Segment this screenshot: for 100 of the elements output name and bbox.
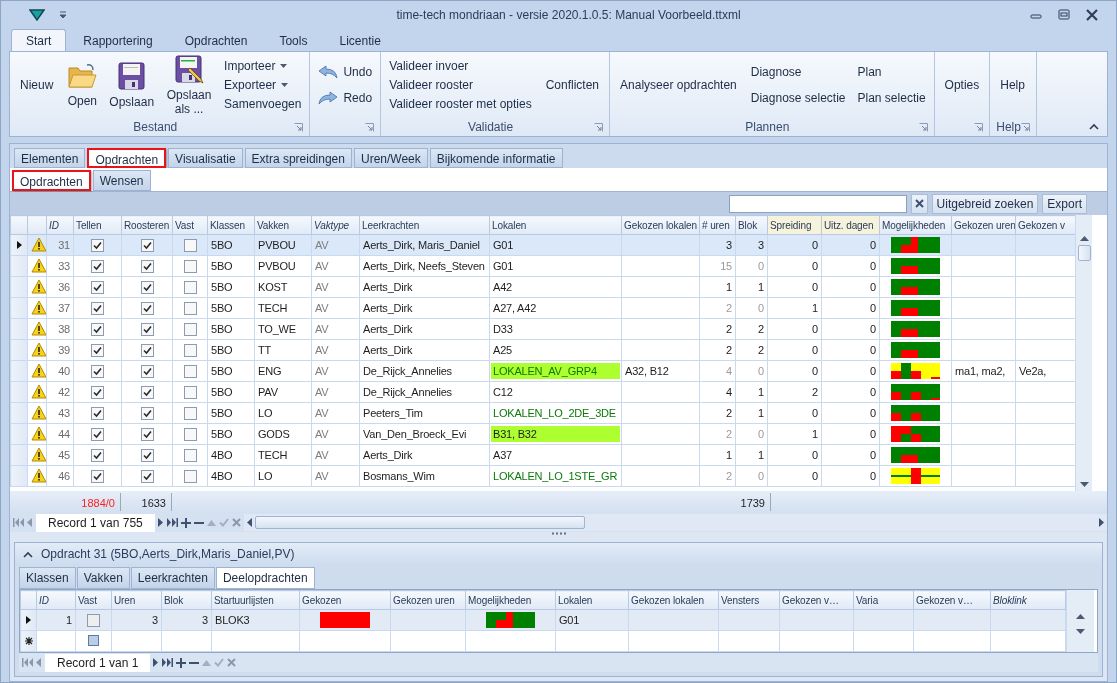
- ribbon-button[interactable]: Help: [996, 78, 1029, 92]
- checkbox[interactable]: [91, 301, 104, 315]
- column-header[interactable]: Uren: [111, 590, 162, 610]
- table-row[interactable]: 40 5BO ENG AV De_Rijck_Annelies LOKALEN_AV_GRP4 A32, B12 4 0 0 0 ma1, ma2, Ve2a,: [10, 360, 1075, 382]
- ribbon-button[interactable]: Opties: [940, 78, 984, 92]
- scroll-down-icon[interactable]: [1079, 482, 1089, 487]
- checkbox[interactable]: [183, 427, 197, 441]
- scroll-down-icon[interactable]: [1076, 629, 1085, 634]
- ribbon-tab[interactable]: Tools: [264, 29, 323, 51]
- column-header[interactable]: Lokalen: [489, 215, 622, 235]
- column-header[interactable]: Leerkrachten: [359, 215, 490, 235]
- column-header[interactable]: Blok: [161, 590, 212, 610]
- checkbox[interactable]: [91, 280, 104, 294]
- close-icon[interactable]: [1086, 9, 1098, 21]
- ribbon-tab[interactable]: Licentie: [324, 29, 396, 51]
- tab[interactable]: Uren/Week: [353, 148, 428, 168]
- save-button[interactable]: Opslaan: [107, 61, 157, 109]
- ribbon-button[interactable]: Diagnose selectie: [748, 90, 848, 105]
- quick-access-icon[interactable]: [59, 11, 67, 19]
- dialog-launcher-icon[interactable]: [365, 122, 375, 132]
- checkbox[interactable]: [140, 343, 154, 357]
- collapse-icon[interactable]: [23, 550, 33, 558]
- column-header[interactable]: Gekozen: [299, 590, 391, 610]
- checkbox[interactable]: [91, 238, 104, 252]
- checkbox[interactable]: [140, 301, 154, 315]
- checkbox[interactable]: [91, 427, 104, 441]
- checkbox[interactable]: [91, 385, 104, 399]
- table-row[interactable]: 33 5BO PVBOU AV Aerts_Dirk, Neefs_Steven G01 15 0 0 0: [10, 255, 1075, 277]
- app-logo-icon[interactable]: [29, 9, 45, 21]
- column-header[interactable]: Vast: [75, 590, 112, 610]
- checkbox[interactable]: [140, 259, 154, 273]
- column-header[interactable]: # uren: [699, 215, 736, 235]
- collapse-icon[interactable]: [1089, 123, 1099, 130]
- checkbox[interactable]: [140, 427, 154, 441]
- checkbox[interactable]: [183, 301, 197, 315]
- column-header[interactable]: Gekozen v: [1015, 215, 1075, 235]
- checkbox[interactable]: [140, 469, 154, 483]
- checkbox[interactable]: [91, 259, 104, 273]
- checkbox[interactable]: [91, 406, 104, 420]
- dialog-launcher-icon[interactable]: [974, 122, 984, 132]
- redo-button[interactable]: Redo: [316, 90, 375, 105]
- scroll-up-icon[interactable]: [1076, 614, 1085, 619]
- scroll-left-icon[interactable]: [246, 518, 252, 527]
- scrollbar-thumb[interactable]: [254, 516, 585, 529]
- checkbox[interactable]: [91, 448, 104, 462]
- column-header[interactable]: Gekozen lokalen: [621, 215, 700, 235]
- ribbon-button[interactable]: Samenvoegen: [222, 97, 304, 111]
- column-header[interactable]: Gekozen v…: [913, 590, 991, 610]
- ribbon-button[interactable]: Conflicten: [541, 78, 604, 92]
- table-row[interactable]: 38 5BO TO_WE AV Aerts_Dirk D33 2 2 0 0: [10, 318, 1075, 340]
- horizontal-scrollbar[interactable]: [243, 514, 1107, 531]
- table-row[interactable]: 39 5BO TT AV Aerts_Dirk A25 2 2 0 0: [10, 339, 1075, 361]
- table-row[interactable]: 44 5BO GODS AV Van_Den_Broeck_Evi B31, B32 2 0 1 0: [10, 423, 1075, 445]
- dialog-launcher-icon[interactable]: [918, 122, 928, 132]
- tab[interactable]: Visualisatie: [168, 148, 243, 168]
- checkbox[interactable]: [91, 364, 104, 378]
- last-record-icon[interactable]: [166, 518, 178, 527]
- ribbon-tab[interactable]: Start: [11, 29, 67, 51]
- table-row[interactable]: 45 4BO TECH AV Aerts_Dirk A37 1 1 0 0: [10, 444, 1075, 466]
- column-header[interactable]: Gekozen lokalen: [628, 590, 719, 610]
- checkbox[interactable]: [140, 238, 154, 252]
- checkbox[interactable]: [183, 469, 197, 483]
- clear-button[interactable]: [910, 193, 928, 214]
- column-header[interactable]: Roosteren: [121, 215, 173, 235]
- advanced-search-button[interactable]: Uitgebreid zoeken: [931, 193, 1039, 214]
- column-header[interactable]: Vaktype: [311, 215, 360, 235]
- menu-button[interactable]: Exporteer: [222, 78, 291, 92]
- column-header[interactable]: Gekozen uren: [951, 215, 1016, 235]
- column-header[interactable]: Tellen: [73, 215, 122, 235]
- checkbox[interactable]: [183, 448, 197, 462]
- column-header[interactable]: Klassen: [207, 215, 255, 235]
- ribbon-button[interactable]: Valideer rooster: [387, 78, 475, 92]
- tab[interactable]: Opdrachten: [12, 170, 91, 191]
- checkbox[interactable]: [183, 238, 197, 252]
- maximize-icon[interactable]: [1058, 9, 1070, 21]
- checkbox[interactable]: [140, 448, 154, 462]
- check-icon[interactable]: [214, 658, 225, 667]
- ribbon-button[interactable]: Nieuw: [16, 78, 58, 92]
- checkbox[interactable]: [91, 322, 104, 336]
- ribbon-tab[interactable]: Rapportering: [68, 29, 168, 51]
- vertical-scrollbar[interactable]: [1075, 215, 1092, 491]
- undo-button[interactable]: Undo: [316, 65, 375, 80]
- menu-button[interactable]: Importeer: [222, 59, 290, 73]
- column-header[interactable]: ID: [36, 590, 76, 610]
- checkbox[interactable]: [140, 280, 154, 294]
- ribbon-tab[interactable]: Opdrachten: [169, 29, 263, 51]
- ribbon-button[interactable]: Plan: [855, 65, 884, 80]
- ribbon-button[interactable]: Valideer invoer: [387, 59, 471, 73]
- splitter-grip-icon[interactable]: [550, 532, 567, 535]
- dialog-launcher-icon[interactable]: [594, 122, 604, 132]
- next-record-icon[interactable]: [153, 658, 160, 667]
- table-row[interactable]: 42 5BO PAV AV De_Rijck_Annelies C12 4 1 2 0: [10, 381, 1075, 403]
- column-header[interactable]: Vensters: [718, 590, 780, 610]
- checkbox[interactable]: [183, 385, 197, 399]
- column-header[interactable]: Spreiding: [767, 215, 822, 235]
- tab[interactable]: Vakken: [76, 567, 130, 589]
- scroll-right-icon[interactable]: [1099, 518, 1104, 527]
- checkbox[interactable]: [183, 259, 197, 273]
- checkbox[interactable]: [140, 364, 154, 378]
- checkbox[interactable]: [91, 469, 104, 483]
